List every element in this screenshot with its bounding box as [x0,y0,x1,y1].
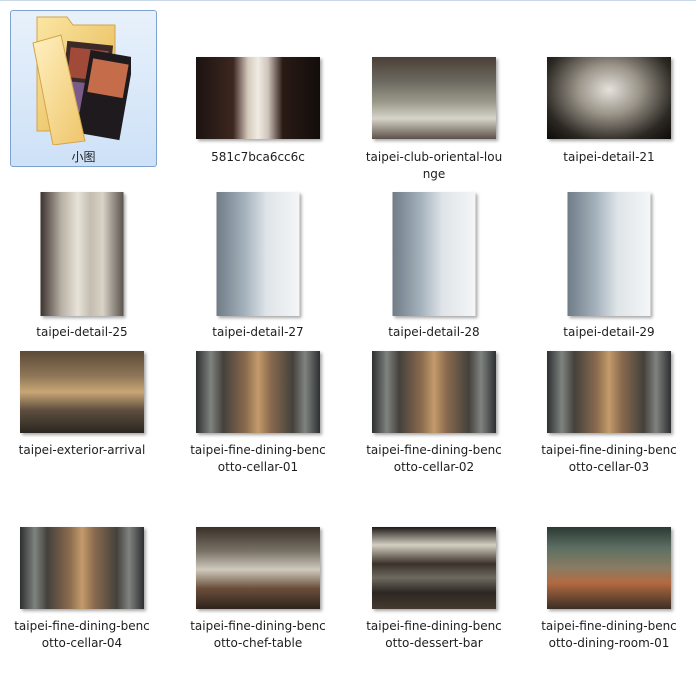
image-thumbnail [216,192,300,316]
image-file-item[interactable]: taipei-fine-dining-benc otto-cellar-01 [178,341,338,501]
image-thumbnail [20,527,144,609]
file-name: taipei-detail-25 [36,325,128,339]
image-file-item[interactable]: taipei-fine-dining-benc otto-cellar-04 [2,517,162,676]
image-file-item[interactable]: taipei-fine-dining-benc otto-dining-room… [529,517,689,676]
image-file-item[interactable]: taipei-exterior-arrival [2,341,162,501]
image-thumbnail [547,351,671,433]
image-thumbnail [547,527,671,609]
image-file-item[interactable]: taipei-fine-dining-benc otto-dessert-bar [354,517,514,676]
image-thumbnail [392,192,476,316]
image-file-item[interactable]: 581c7bca6cc6c [178,41,338,201]
file-name: taipei-fine-dining-benc otto-cellar-01 [190,443,326,474]
file-name: taipei-club-oriental-lou nge [365,150,503,181]
folder-item[interactable]: 小图 [10,10,157,167]
image-file-item[interactable]: taipei-fine-dining-benc otto-cellar-02 [354,341,514,501]
image-thumbnail [547,57,671,139]
image-file-item[interactable]: taipei-fine-dining-benc otto-chef-table [178,517,338,676]
image-file-item[interactable]: taipei-detail-25 [2,189,162,349]
image-file-item[interactable]: taipei-detail-21 [529,41,689,201]
file-name: taipei-detail-27 [212,325,304,339]
file-name: taipei-fine-dining-benc otto-cellar-02 [366,443,502,474]
file-name: taipei-fine-dining-benc otto-dessert-bar [366,619,502,650]
file-name: taipei-detail-21 [563,150,655,164]
image-file-item[interactable]: taipei-club-oriental-lou nge [354,41,514,201]
file-name: taipei-fine-dining-benc otto-cellar-04 [14,619,150,650]
file-name: taipei-exterior-arrival [18,443,146,457]
image-thumbnail [40,192,124,316]
file-name: taipei-fine-dining-benc otto-cellar-03 [541,443,677,474]
file-name: 小图 [71,150,96,164]
image-thumbnail [196,351,320,433]
file-name: taipei-detail-29 [563,325,655,339]
image-file-item[interactable]: taipei-detail-27 [178,189,338,349]
image-thumbnail [20,351,144,433]
image-thumbnail [372,527,496,609]
image-file-item[interactable]: taipei-fine-dining-benc otto-cellar-03 [529,341,689,501]
file-explorer-icon-view: 小图 581c7bca6cc6c taipei-club-oriental-lo… [0,0,696,676]
image-file-item[interactable]: taipei-detail-29 [529,189,689,349]
image-thumbnail [372,57,496,139]
image-thumbnail [372,351,496,433]
image-file-item[interactable]: taipei-detail-28 [354,189,514,349]
image-thumbnail [196,57,320,139]
folder-icon [32,16,131,145]
file-name: taipei-fine-dining-benc otto-chef-table [190,619,326,650]
file-name: taipei-fine-dining-benc otto-dining-room… [541,619,677,650]
image-thumbnail [567,192,651,316]
file-name: taipei-detail-28 [388,325,480,339]
image-thumbnail [196,527,320,609]
file-name: 581c7bca6cc6c [211,150,305,164]
